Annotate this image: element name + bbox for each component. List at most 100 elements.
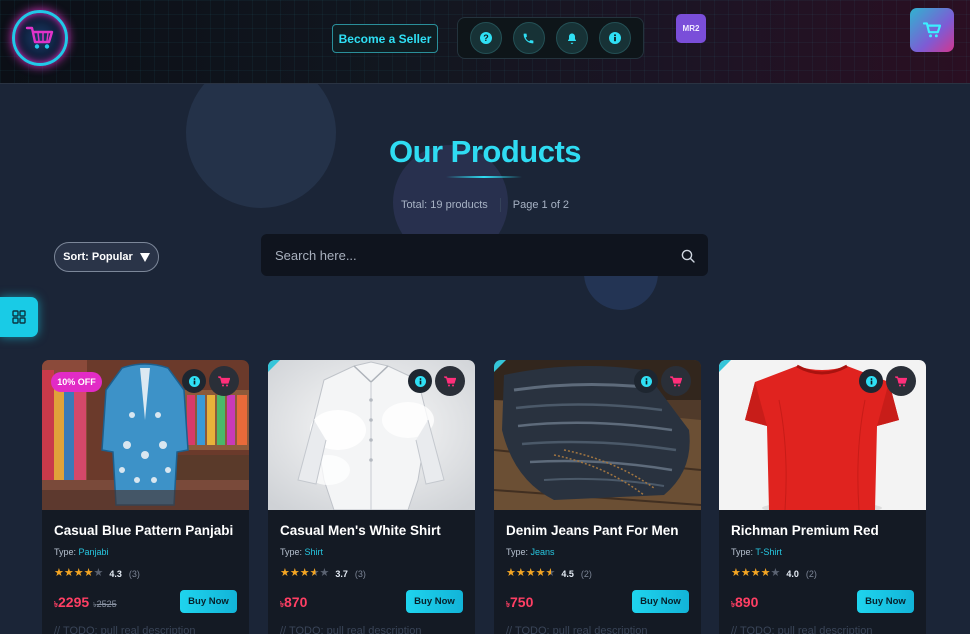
- product-rating: ★★★★★ 4.3 (3): [54, 568, 140, 579]
- star-icon: ★: [289, 567, 300, 579]
- add-to-cart-button[interactable]: [209, 366, 239, 396]
- product-rating: ★★★★★ 4.0 (2): [731, 568, 817, 579]
- info-icon: [188, 375, 200, 387]
- buy-now-button[interactable]: Buy Now: [180, 590, 237, 613]
- product-type: Type: Panjabi: [54, 547, 109, 557]
- user-avatar[interactable]: MR2: [676, 14, 706, 43]
- logo[interactable]: [12, 10, 68, 66]
- total-count: Total: 19 products: [400, 199, 488, 211]
- star-icon: ★: [740, 567, 751, 579]
- star-row: ★★★★★: [506, 568, 555, 579]
- product-rating: ★★★★★ 4.5 (2): [506, 568, 592, 579]
- star-icon: ★: [535, 567, 546, 579]
- star-icon: ★: [750, 567, 761, 579]
- star-icon: ★: [506, 567, 516, 579]
- product-info-button[interactable]: [182, 369, 206, 393]
- review-count: (2): [580, 568, 592, 579]
- star-icon: ★: [770, 567, 781, 579]
- cart-icon: [670, 375, 682, 386]
- sort-dropdown[interactable]: Sort: Popular: [54, 242, 159, 272]
- rating-value: 4.0: [786, 568, 799, 579]
- bell-icon: [568, 33, 577, 44]
- product-info-button[interactable]: [408, 369, 432, 393]
- current-price: 2295: [58, 594, 90, 610]
- svg-text:?: ?: [483, 33, 489, 43]
- product-card[interactable]: 10% OFF Casual Blue Pattern Panjabi Type…: [42, 360, 249, 634]
- title-underline: [446, 176, 522, 178]
- product-type-link[interactable]: Shirt: [305, 547, 324, 557]
- top-header: Become a Seller ? MR2: [0, 0, 970, 84]
- type-label: Type:: [280, 547, 303, 557]
- star-icon: ★: [319, 567, 330, 579]
- phone-button[interactable]: [512, 22, 545, 54]
- results-meta: Total: 19 products Page 1 of 2: [0, 198, 970, 212]
- star-row: ★★★★★: [54, 568, 103, 579]
- star-icon: ★: [515, 567, 526, 579]
- buy-now-button[interactable]: Buy Now: [857, 590, 914, 613]
- info-icon: [865, 375, 877, 387]
- product-description: // TODO: pull real description: [280, 625, 422, 634]
- category-toggle-button[interactable]: [0, 297, 38, 337]
- product-name[interactable]: Denim Jeans Pant For Men: [506, 523, 696, 538]
- cart-icon: [895, 375, 907, 386]
- product-name[interactable]: Casual Men's White Shirt: [280, 523, 470, 538]
- search-icon[interactable]: [681, 249, 695, 263]
- type-label: Type:: [731, 547, 754, 557]
- meta-divider: [499, 198, 501, 212]
- question-icon: ?: [479, 32, 492, 44]
- discount-badge: 10% OFF: [51, 372, 102, 392]
- page-indicator: Page 1 of 2: [512, 199, 570, 211]
- star-icon: ★: [731, 567, 741, 579]
- star-icon: ★: [525, 567, 536, 579]
- product-type: Type: T-Shirt: [731, 547, 782, 557]
- product-description: // TODO: pull real description: [731, 625, 873, 634]
- info-button[interactable]: [599, 22, 632, 54]
- product-card[interactable]: Richman Premium Red Type: T-Shirt ★★★★★ …: [719, 360, 926, 634]
- current-price: 750: [510, 594, 534, 610]
- cart-icon: [218, 375, 230, 386]
- product-description: // TODO: pull real description: [54, 625, 196, 634]
- product-price: ৳ 870: [280, 594, 307, 612]
- cart-button[interactable]: [910, 8, 954, 52]
- product-info-button[interactable]: [634, 369, 658, 393]
- star-icon: ★: [83, 567, 94, 579]
- product-type-link[interactable]: T-Shirt: [755, 547, 782, 557]
- caret-down-icon: [139, 252, 150, 262]
- search-input[interactable]: [261, 234, 708, 276]
- review-count: (2): [805, 568, 817, 579]
- product-name[interactable]: Richman Premium Red: [731, 523, 921, 538]
- type-label: Type:: [506, 547, 529, 557]
- product-type-link[interactable]: Jeans: [531, 547, 555, 557]
- cart-icon: [444, 375, 456, 386]
- buy-now-button[interactable]: Buy Now: [406, 590, 463, 613]
- star-row: ★★★★★: [280, 568, 329, 579]
- product-price: ৳ 890: [731, 594, 758, 612]
- product-info-button[interactable]: [859, 369, 883, 393]
- product-card[interactable]: Casual Men's White Shirt Type: Shirt ★★★…: [268, 360, 475, 634]
- original-price: 2525: [96, 599, 117, 609]
- cart-icon: [923, 22, 941, 38]
- become-seller-button[interactable]: Become a Seller: [332, 24, 438, 53]
- rating-value: 3.7: [335, 568, 348, 579]
- star-icon: ★: [54, 567, 64, 579]
- add-to-cart-button[interactable]: [435, 366, 465, 396]
- product-name[interactable]: Casual Blue Pattern Panjabi: [54, 523, 244, 538]
- review-count: (3): [128, 568, 140, 579]
- header-icon-group: ?: [457, 17, 644, 59]
- buy-now-button[interactable]: Buy Now: [632, 590, 689, 613]
- help-button[interactable]: ?: [469, 22, 502, 54]
- product-price: ৳ 2295 ৳ 2525: [54, 594, 117, 612]
- product-price: ৳ 750: [506, 594, 533, 612]
- rating-value: 4.3: [109, 568, 122, 579]
- product-card[interactable]: Denim Jeans Pant For Men Type: Jeans ★★★…: [494, 360, 701, 634]
- review-count: (3): [354, 568, 366, 579]
- grid-icon: [12, 310, 26, 324]
- rating-value: 4.5: [561, 568, 574, 579]
- notifications-button[interactable]: [556, 22, 589, 54]
- sort-label: Sort: Popular: [63, 251, 133, 263]
- add-to-cart-button[interactable]: [661, 366, 691, 396]
- add-to-cart-button[interactable]: [886, 366, 916, 396]
- page: Become a Seller ? MR2 Our Products Total…: [0, 0, 970, 634]
- product-rating: ★★★★★ 3.7 (3): [280, 568, 366, 579]
- product-type-link[interactable]: Panjabi: [79, 547, 109, 557]
